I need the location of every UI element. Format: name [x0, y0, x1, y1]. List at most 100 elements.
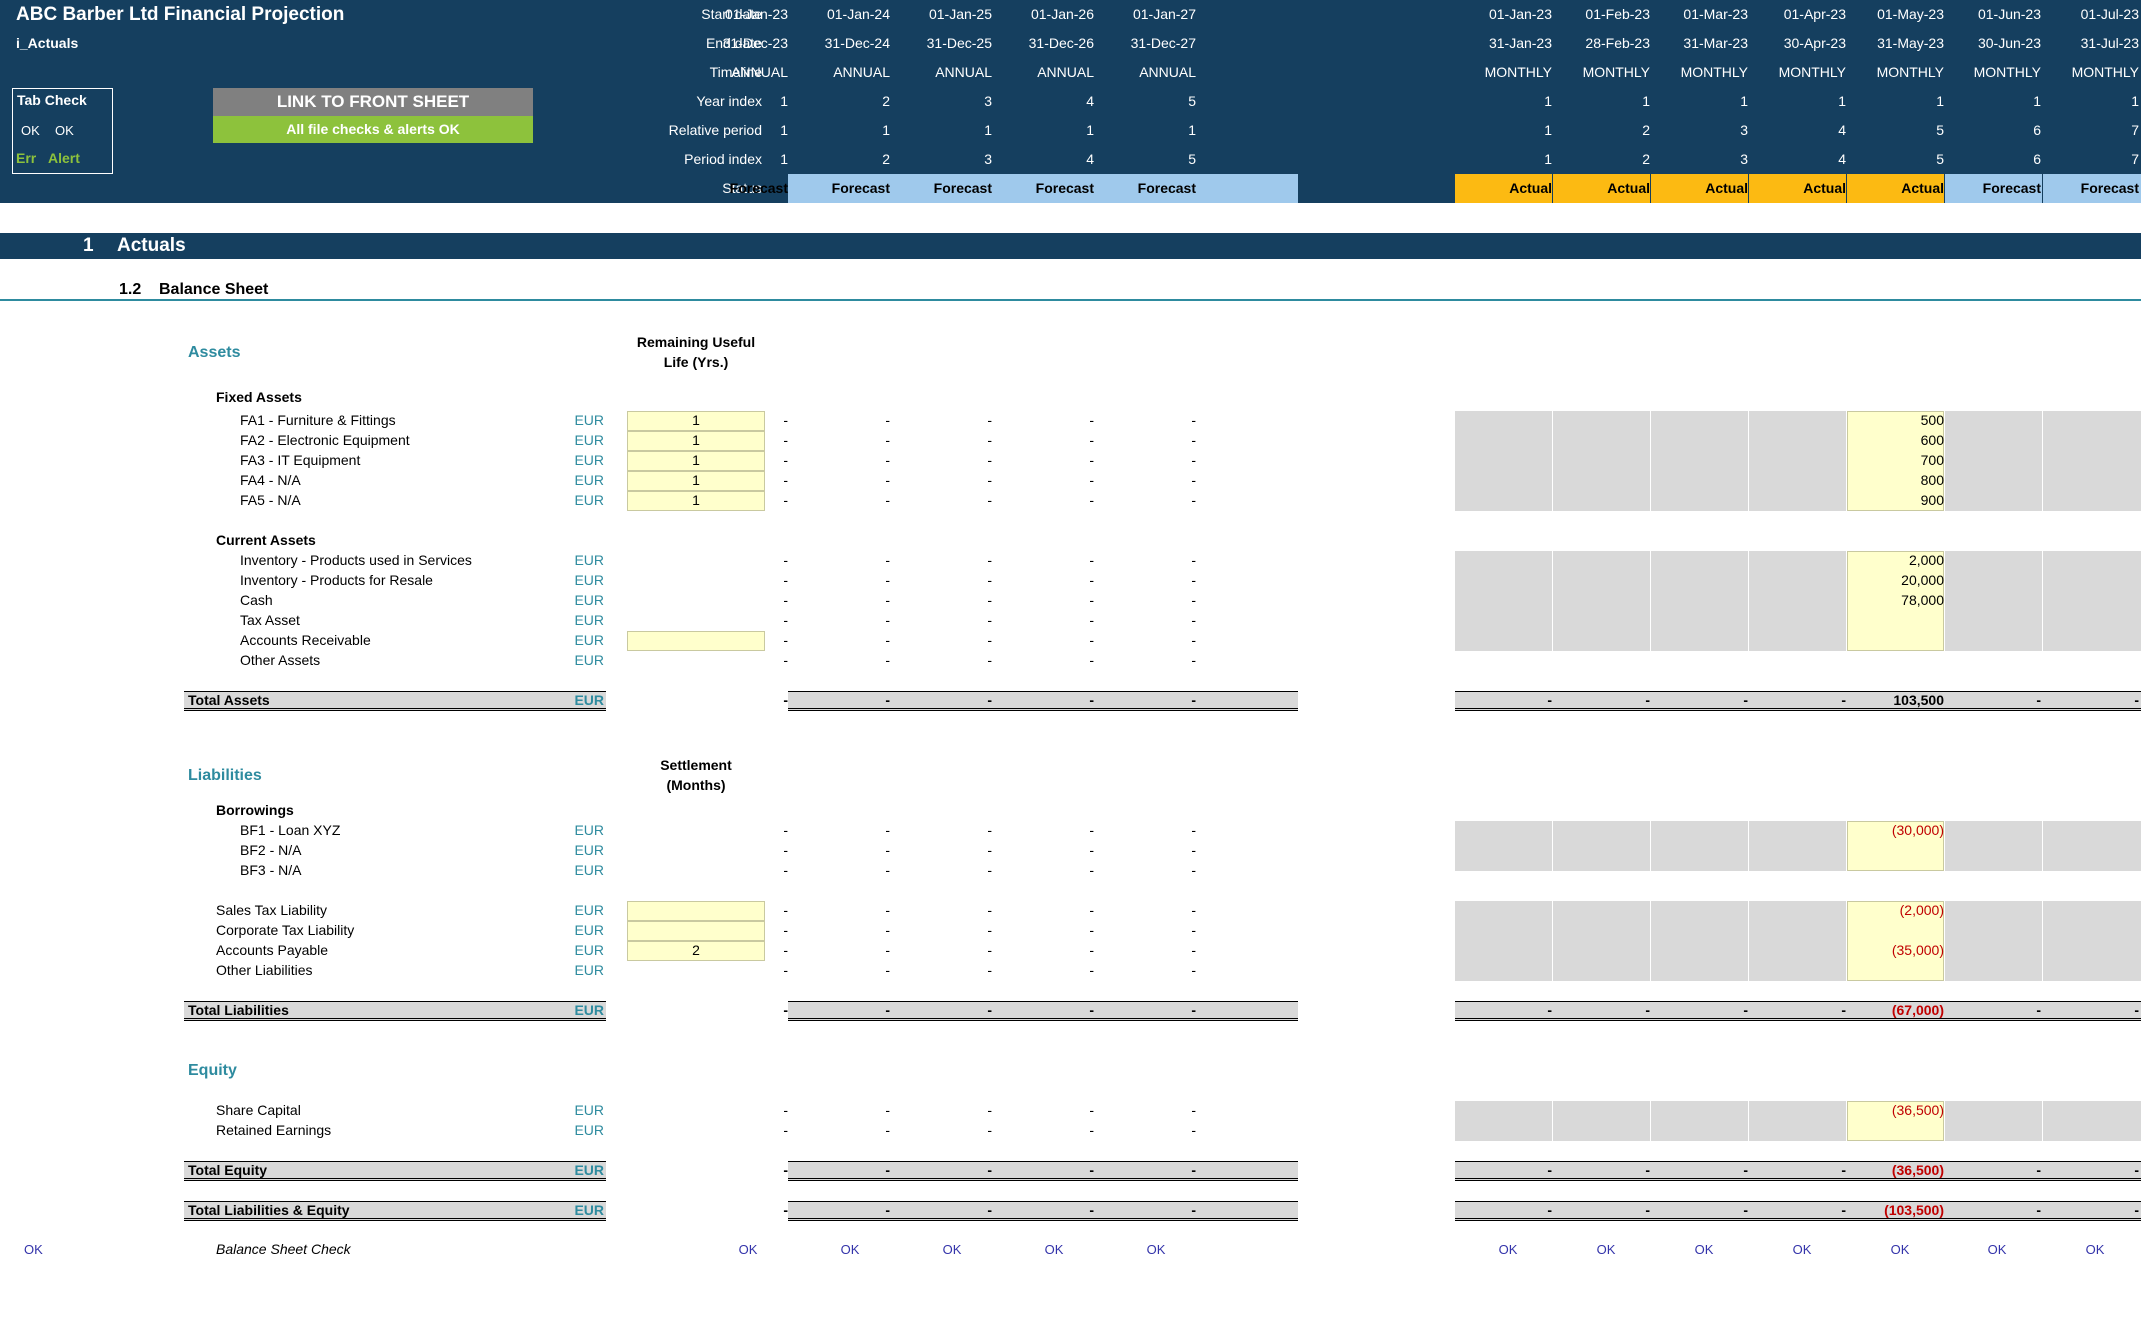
- annual-col-timeline: ANNUAL: [731, 64, 788, 81]
- total-annual-value: -: [987, 692, 992, 709]
- monthly-value: (36,500): [1891, 1102, 1944, 1119]
- row-label: Accounts Payable: [216, 942, 329, 959]
- annual-value: -: [1191, 1122, 1196, 1139]
- total-monthly-value: -: [2134, 692, 2139, 709]
- unit-label: EUR: [574, 652, 604, 669]
- monthly-value: [1946, 613, 2041, 628]
- total-monthly-value: -: [2134, 1202, 2139, 1219]
- monthly-value: [1555, 963, 1650, 978]
- monthly-value: [1555, 843, 1650, 858]
- monthly-value: 900: [1920, 492, 1944, 509]
- annual-value: -: [1191, 962, 1196, 979]
- annual-value: -: [783, 412, 788, 429]
- monthly-value: [2044, 593, 2139, 608]
- monthly-value: [1653, 593, 1748, 608]
- monthly-value: [1457, 453, 1552, 468]
- monthly-value: [2044, 653, 2139, 668]
- monthly-value: [2044, 823, 2139, 838]
- monthly-col-rel: 5: [1936, 122, 1944, 139]
- monthly-value: [1457, 633, 1552, 648]
- annual-value: -: [783, 552, 788, 569]
- total-monthly-value: -: [2036, 692, 2041, 709]
- monthly-check-ok: OK: [1596, 1241, 1616, 1257]
- annual-value: -: [783, 612, 788, 629]
- monthly-value: [1653, 413, 1748, 428]
- row-label: BF3 - N/A: [240, 862, 302, 879]
- total-annual-value: -: [987, 1202, 992, 1219]
- total-annual-value: -: [1191, 692, 1196, 709]
- unit-label: EUR: [574, 1102, 604, 1119]
- annual-value: -: [1191, 572, 1196, 589]
- annual-check-ok: OK: [738, 1241, 758, 1257]
- annual-value: -: [987, 572, 992, 589]
- annual-value: -: [1089, 922, 1094, 939]
- annual-value: -: [885, 452, 890, 469]
- annual-col-start: 01-Jan-24: [826, 6, 890, 23]
- monthly-value: [1946, 433, 2041, 448]
- total-monthly-value: 103,500: [1893, 692, 1944, 709]
- monthly-col-year: 1: [1838, 93, 1846, 110]
- link-button-label[interactable]: LINK TO FRONT SHEET: [213, 92, 533, 112]
- monthly-value: [1653, 613, 1748, 628]
- grid-line: [1748, 411, 1749, 511]
- annual-value: -: [1089, 842, 1094, 859]
- monthly-value: [1946, 413, 2041, 428]
- monthly-col-start: 01-Jan-23: [1488, 6, 1552, 23]
- annual-value: -: [987, 922, 992, 939]
- annual-col-period: 3: [984, 151, 992, 168]
- monthly-col-period: 4: [1838, 151, 1846, 168]
- monthly-col-rel: 1: [1544, 122, 1552, 139]
- monthly-value: [1946, 553, 2041, 568]
- unit-label: EUR: [574, 472, 604, 489]
- row-label: Retained Earnings: [216, 1122, 332, 1139]
- row-label: Inventory - Products for Resale: [240, 572, 433, 589]
- annual-value: -: [783, 822, 788, 839]
- monthly-value: [2044, 453, 2139, 468]
- annual-value: -: [1089, 412, 1094, 429]
- total-annual-value: -: [783, 1202, 788, 1219]
- annual-col-year: 4: [1086, 93, 1094, 110]
- annual-col-timeline: ANNUAL: [833, 64, 890, 81]
- annual-value: -: [1191, 592, 1196, 609]
- annual-value: -: [1089, 472, 1094, 489]
- monthly-value: [1555, 903, 1650, 918]
- monthly-value: [1653, 843, 1748, 858]
- monthly-value: [1555, 413, 1650, 428]
- monthly-value: [1653, 823, 1748, 838]
- annual-value: -: [1089, 962, 1094, 979]
- monthly-value: [1555, 1103, 1650, 1118]
- monthly-value: [1946, 1103, 2041, 1118]
- monthly-value: [1555, 553, 1650, 568]
- monthly-value: [1946, 653, 2041, 668]
- total-annual-value: -: [885, 1002, 890, 1019]
- total-annual-value: -: [987, 1162, 992, 1179]
- monthly-value: [1555, 633, 1650, 648]
- monthly-col-period: 2: [1642, 151, 1650, 168]
- annual-col-timeline: ANNUAL: [1139, 64, 1196, 81]
- sheet-name: i_Actuals: [16, 35, 79, 52]
- monthly-value: [1751, 843, 1846, 858]
- annual-value: -: [1089, 572, 1094, 589]
- monthly-value: [1457, 843, 1552, 858]
- monthly-col-timeline: MONTHLY: [1680, 64, 1748, 81]
- monthly-value: [1653, 633, 1748, 648]
- monthly-value: [1653, 963, 1748, 978]
- grid-line: [1552, 1101, 1553, 1141]
- annual-value: -: [1191, 942, 1196, 959]
- annual-value: -: [1089, 592, 1094, 609]
- monthly-value: [1653, 943, 1748, 958]
- useful-life-header-2: Life (Yrs.): [663, 354, 729, 371]
- grid-line: [1650, 551, 1651, 651]
- monthly-col-status: Actual: [1607, 180, 1650, 197]
- monthly-value: 20,000: [1901, 572, 1944, 589]
- annual-value: -: [783, 452, 788, 469]
- annual-value: -: [783, 632, 788, 649]
- annual-value: -: [783, 962, 788, 979]
- annual-value: -: [987, 432, 992, 449]
- monthly-col-end: 31-Mar-23: [1683, 35, 1748, 52]
- tab-check-ok-2: OK: [55, 122, 74, 138]
- unit-label: EUR: [574, 572, 604, 589]
- annual-value: -: [1089, 452, 1094, 469]
- monthly-value: [1457, 493, 1552, 508]
- annual-value: -: [1191, 472, 1196, 489]
